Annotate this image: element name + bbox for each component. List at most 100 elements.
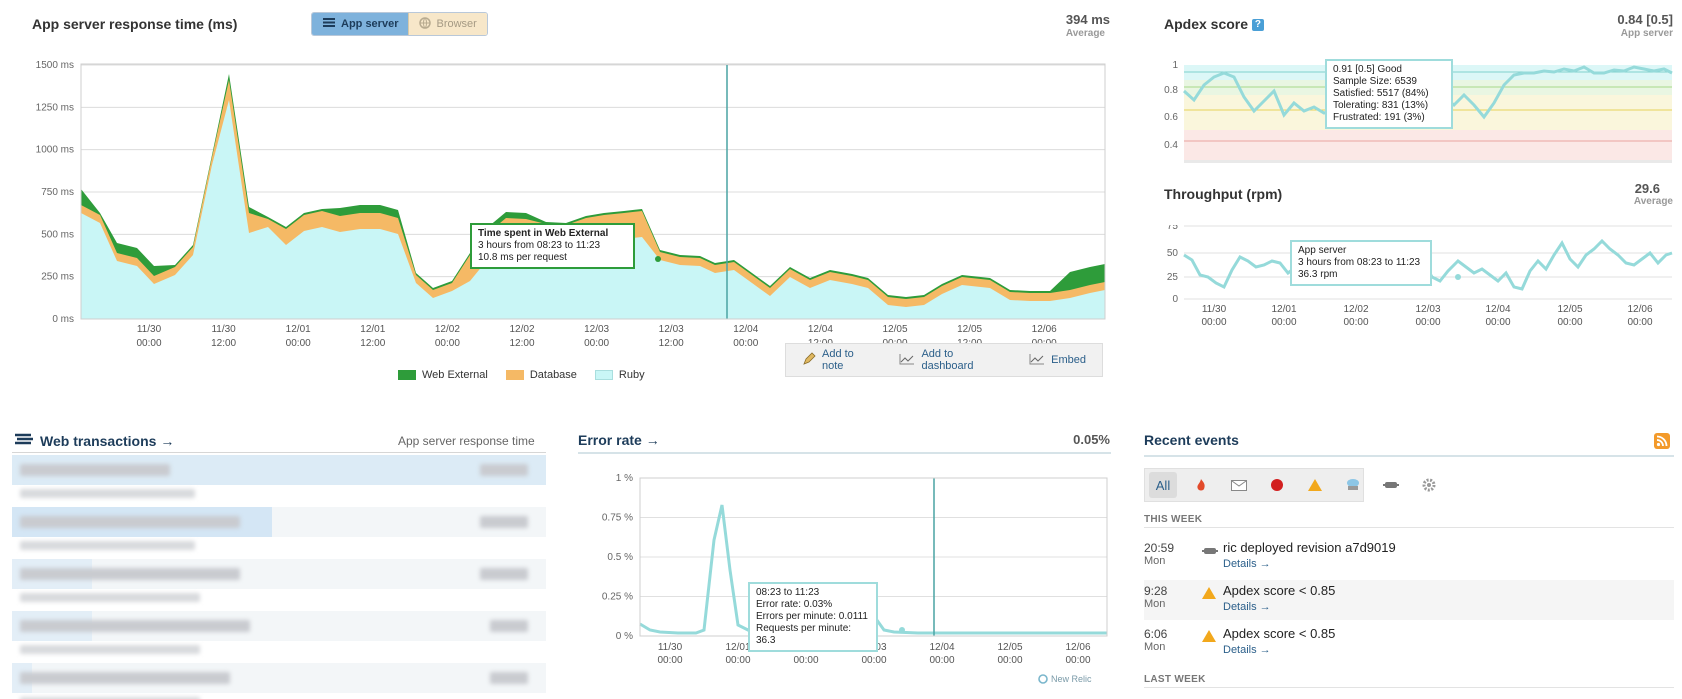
table-row[interactable] [12,663,546,693]
response-average-label: Average [1065,28,1105,39]
error-rate-tooltip: 08:23 to 11:23 Error rate: 0.03% Errors … [748,582,878,652]
table-row[interactable] [12,507,546,537]
event-details-link[interactable]: Details → [1223,558,1271,570]
x-tick-label: 00:00 [725,655,750,666]
y-tick-label: 0 [1172,294,1178,305]
legend-web-external[interactable]: Web External [398,369,488,381]
y-tick-label: 500 ms [41,229,74,240]
table-row-sub [12,537,546,555]
add-to-dashboard-button[interactable]: Add to dashboard [891,348,1015,372]
warning-icon [1202,586,1216,604]
embed-button[interactable]: Embed [1021,353,1094,368]
x-tick-label: 11/30 [658,642,683,653]
apdex-title: Apdex score ? [1164,16,1264,32]
server-filter-icon[interactable] [1339,472,1367,498]
response-average-value: 394 ms [1065,12,1110,27]
x-tick-label: 12/01 [360,324,385,335]
table-row-sub [12,693,546,699]
mail-filter-icon[interactable] [1225,472,1253,498]
x-tick-label: 00:00 [793,655,818,666]
y-tick-label: 50 [1167,248,1179,259]
y-tick-label: 75 [1167,225,1179,232]
x-tick-label: 12/05 [997,642,1022,653]
y-tick-label: 0.4 [1164,140,1178,151]
web-external-tooltip: Time spent in Web External 3 hours from … [470,223,635,269]
x-tick-label: 00:00 [435,338,460,349]
deploy-filter-icon[interactable] [1377,472,1405,498]
x-tick-label: 12/05 [957,324,982,335]
x-tick-label: 12/03 [584,324,609,335]
add-to-note-button[interactable]: Add to note [794,348,885,372]
throughput-tooltip: App server 3 hours from 08:23 to 11:23 3… [1290,240,1432,286]
warning-filter-icon[interactable] [1301,472,1329,498]
x-tick-label: 12/02 [1343,304,1368,315]
x-tick-label: 12/04 [929,642,954,653]
x-tick-label: 12:00 [211,338,236,349]
chart-icon [899,353,915,368]
y-tick-label: 250 ms [41,272,74,283]
web-transactions-link[interactable]: Web transactions → [40,433,174,449]
legend-database[interactable]: Database [505,369,577,381]
hover-point [655,256,661,262]
legend-ruby[interactable]: Ruby [594,369,645,381]
table-row[interactable] [12,559,546,589]
x-tick-label: 00:00 [997,655,1022,666]
y-tick-label: 1 [1172,60,1178,71]
help-icon[interactable]: ? [1251,19,1264,32]
x-tick-label: 12/02 [509,324,534,335]
x-tick-label: 00:00 [1485,317,1510,328]
event-item: 20:59 Mon ric deployed revision a7d9019 … [1144,540,1396,570]
table-row-sub [12,589,546,607]
web-transactions-list [12,455,546,699]
x-tick-label: 00:00 [584,338,609,349]
response-legend: Web External Database Ruby [398,369,645,381]
x-tick-label: 12:00 [360,338,385,349]
x-tick-label: 12/06 [1065,642,1090,653]
error-rate-link[interactable]: Error rate → [578,432,660,448]
x-tick-label: 00:00 [657,655,682,666]
y-tick-label: 0.5 % [607,552,633,563]
event-details-link[interactable]: Details → [1223,601,1271,613]
chart-action-bar: Add to note Add to dashboard Embed [785,343,1103,377]
flame-filter-icon[interactable] [1187,472,1215,498]
x-tick-label: 00:00 [1343,317,1368,328]
y-tick-label: 0.8 [1164,85,1178,96]
y-tick-label: 0 % [616,631,633,642]
response-time-chart: 1500 ms 1250 ms 1000 ms 750 ms 500 ms 250 ms 0… [36,60,1106,349]
web-transactions-header: Web transactions → [14,432,174,450]
x-tick-label: 12/04 [733,324,758,335]
x-tick-label: 11/30 [1202,304,1227,315]
layers-icon [322,17,336,31]
x-tick-label: 12/05 [882,324,907,335]
y-tick-label: 0 ms [52,314,74,325]
gear-filter-icon[interactable] [1415,472,1443,498]
table-row[interactable] [12,611,546,641]
apdex-sub-label: App server [1620,28,1673,39]
y-tick-label: 1000 ms [36,145,74,156]
event-item: 6:06 Mon Apdex score < 0.85 Details → [1144,626,1336,656]
embed-icon [1029,353,1045,368]
x-tick-label: 00:00 [1557,317,1582,328]
rss-icon[interactable] [1654,433,1670,449]
x-tick-label: 00:00 [286,338,311,349]
filter-all[interactable]: All [1149,472,1177,498]
layers-icon [14,432,34,450]
error-rate-value: 0.05% [1073,432,1110,447]
apdex-tooltip: 0.91 [0.5] Good Sample Size: 6539 Satisf… [1325,59,1453,129]
x-tick-label: 00:00 [136,338,161,349]
table-row[interactable] [12,455,546,485]
event-details-link[interactable]: Details → [1223,644,1271,656]
recent-events-title: Recent events [1144,432,1239,448]
warning-icon [1202,629,1216,647]
error-filter-icon[interactable] [1263,472,1291,498]
browser-toggle-button[interactable]: Browser [408,13,487,35]
throughput-title: Throughput (rpm) [1164,186,1283,202]
app-server-toggle-button[interactable]: App server [312,13,409,35]
x-tick-label: 12/06 [1627,304,1652,315]
x-tick-label: 12/01 [286,324,311,335]
x-tick-label: 00:00 [1627,317,1652,328]
y-tick-label: 750 ms [41,187,74,198]
x-tick-label: 12/04 [808,324,833,335]
y-tick-label: 0.25 % [602,592,633,603]
x-tick-label: 00:00 [929,655,954,666]
